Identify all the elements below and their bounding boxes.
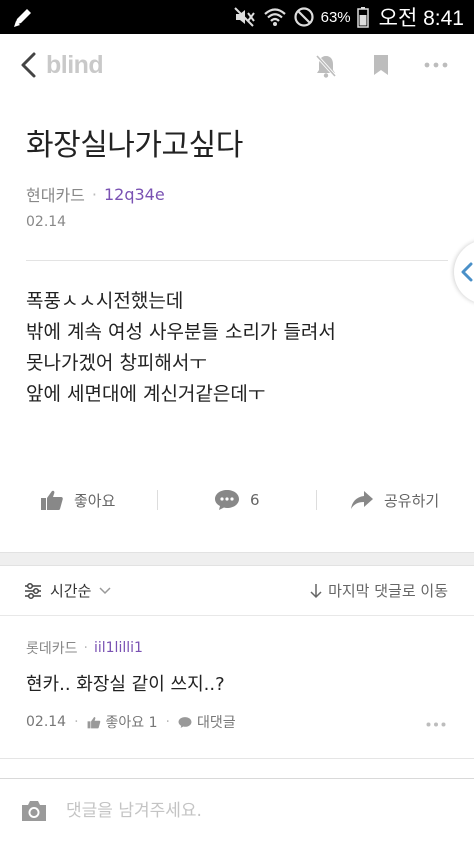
sort-dropdown[interactable]: 시간순 (24, 580, 111, 601)
thumbs-up-icon (41, 490, 63, 510)
separator-dot: · (74, 714, 79, 730)
battery-percent: 63% (320, 8, 351, 26)
comment-sort-bar: 시간순 마지막 댓글로 이동 (0, 566, 474, 616)
side-drawer-tab[interactable] (454, 240, 474, 304)
comment-count: 6 (250, 491, 260, 509)
jump-label: 마지막 댓글로 이동 (328, 582, 448, 600)
post-date: 02.14 (26, 214, 67, 230)
author-company[interactable]: 현대카드 (26, 182, 85, 206)
more-dots-icon[interactable] (424, 62, 448, 68)
comment-company[interactable]: 롯데카드 (26, 638, 78, 658)
share-arrow-icon (351, 491, 373, 509)
reply-label: 대댓글 (197, 715, 236, 731)
app-logo: blind (46, 51, 104, 79)
camera-icon[interactable] (20, 799, 48, 823)
bookmark-icon[interactable] (372, 54, 390, 76)
comment-author: 롯데카드 · iil1lilli1 (26, 638, 143, 658)
author-nickname[interactable]: 12q34e (104, 185, 165, 204)
blocked-icon (294, 7, 314, 27)
separator-dot: · (165, 714, 170, 730)
separator-dot: · (83, 640, 88, 656)
post-author: 현대카드 · 12q34e (26, 182, 165, 206)
arrow-down-icon (310, 583, 322, 598)
post-body: 폭풍ㅅㅅ시전했는데 밖에 계속 여성 사우분들 소리가 들려서 못나가겠어 창피… (26, 286, 336, 410)
comment-bubble-icon (215, 490, 239, 510)
post-body-line: 밖에 계속 여성 사우분들 소리가 들려서 (26, 321, 336, 343)
share-label: 공유하기 (384, 491, 440, 510)
comment-button[interactable]: 6 (214, 480, 260, 520)
battery-icon (356, 7, 369, 28)
comment-like-button[interactable]: 좋아요 1 (87, 712, 158, 732)
sliders-icon (25, 582, 41, 599)
jump-to-last-comment[interactable]: 마지막 댓글로 이동 (310, 580, 448, 601)
comment-date: 02.14 (26, 714, 67, 730)
reply-bubble-icon (178, 716, 192, 728)
wifi-icon (263, 8, 286, 26)
thumbs-up-icon (87, 716, 100, 728)
chevron-left-icon (461, 262, 473, 282)
pen-icon (14, 9, 31, 27)
post-actions: 좋아요 6 공유하기 (0, 480, 474, 520)
share-button[interactable]: 공유하기 (350, 480, 439, 520)
status-bar: 63% 오전 8:41 (0, 0, 474, 34)
post-body-line: 앞에 세면대에 계신거같은데ㅜ (26, 383, 266, 405)
bell-off-icon[interactable] (314, 53, 338, 79)
reply-button[interactable]: 대댓글 (178, 712, 236, 732)
comment-text: 현카.. 화장실 같이 쓰지..? (26, 674, 225, 695)
separator-dot: · (91, 184, 97, 204)
clock: 오전 8:41 (378, 7, 464, 30)
comment-more-icon[interactable] (426, 722, 446, 727)
divider (316, 490, 317, 510)
chevron-down-icon (99, 586, 111, 594)
app-bar: blind (0, 34, 474, 96)
post-body-line: 못나가겠어 창피해서ㅜ (26, 352, 207, 374)
comment-like-label: 좋아요 1 (105, 715, 158, 731)
divider (157, 490, 158, 510)
divider (26, 260, 448, 261)
section-gap (0, 552, 474, 566)
sort-label: 시간순 (50, 582, 92, 600)
comment-nickname[interactable]: iil1lilli1 (94, 640, 143, 656)
like-button[interactable]: 좋아요 (40, 480, 115, 520)
comment-footer: 02.14 · 좋아요 1 · 대댓글 (26, 712, 236, 732)
comment-input[interactable] (66, 795, 446, 827)
mute-icon (233, 7, 255, 27)
post-body-line: 폭풍ㅅㅅ시전했는데 (26, 290, 184, 312)
post-title: 화장실나가고싶다 (26, 128, 243, 163)
comment-input-bar (0, 779, 474, 842)
like-label: 좋아요 (74, 491, 116, 510)
back-arrow-icon[interactable] (16, 50, 44, 80)
divider (0, 758, 474, 759)
